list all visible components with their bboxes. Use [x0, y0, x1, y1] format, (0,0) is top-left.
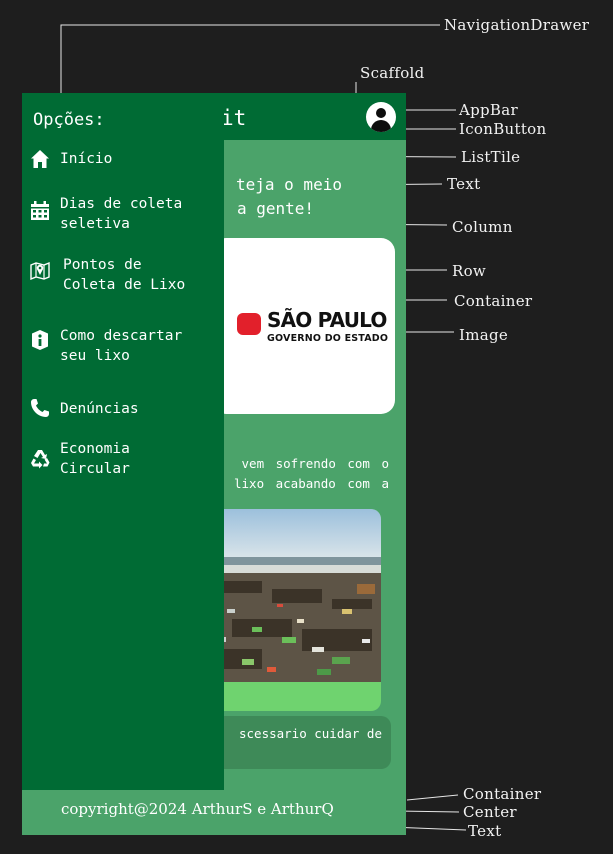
drawer-item-pontos-coleta[interactable]: Pontos de Coleta de Lixo — [22, 255, 224, 297]
drawer-item-label-2: Coleta de Lixo — [63, 277, 186, 293]
map-pin-icon — [30, 261, 50, 280]
account-circle-icon[interactable] — [366, 102, 396, 132]
photo-container — [212, 509, 381, 711]
footer-container: copyright@2024 ArthurS e ArthurQ — [22, 790, 406, 835]
label-row: Row — [452, 262, 487, 280]
drawer-item-denuncias[interactable]: Denúncias — [22, 398, 224, 424]
drawer-item-label: Início — [60, 151, 113, 167]
label-container-footer: Container — [463, 785, 542, 803]
bottom-text: scessario cuidar de — [239, 726, 382, 741]
label-text-footer: Text — [468, 822, 502, 840]
recycle-icon — [31, 450, 50, 469]
app-bar-title: it — [221, 106, 247, 130]
calendar-icon — [31, 201, 49, 220]
navigation-drawer: Opções: Início Dias de coleta seletiva P… — [22, 93, 224, 790]
info-icon — [32, 330, 48, 350]
paragraph-line-1: vem sofrendo com o — [241, 456, 389, 471]
headline-text: teja o meio a gente! — [236, 173, 406, 221]
drawer-item-dias-coleta[interactable]: Dias de coleta seletiva — [22, 194, 224, 236]
drawer-item-label: Dias de coleta — [60, 196, 183, 212]
intro-paragraph: vem sofrendo com o lixo acabando com a — [227, 454, 389, 494]
label-iconbutton: IconButton — [459, 120, 547, 138]
headline-line-1: teja o meio — [236, 175, 342, 194]
drawer-item-label: Pontos de — [63, 257, 142, 273]
drawer-item-label-2: seletiva — [60, 216, 130, 232]
phone-screen: it teja o meio a gente! SÃO PAULO GOVERN… — [22, 93, 406, 835]
logo-name: SÃO PAULO — [267, 308, 387, 332]
drawer-item-label: Denúncias — [60, 401, 139, 417]
label-column: Column — [452, 218, 513, 236]
logo-subtitle: GOVERNO DO ESTADO — [267, 333, 389, 344]
drawer-item-inicio[interactable]: Início — [22, 149, 224, 179]
label-container: Container — [454, 292, 533, 310]
bottom-text-container: scessario cuidar de — [212, 716, 391, 769]
label-scaffold: Scaffold — [360, 64, 425, 82]
footer-copyright-text: copyright@2024 ArthurS e ArthurQ — [61, 800, 334, 818]
drawer-item-label: Economia — [60, 441, 130, 457]
label-navigationdrawer: NavigationDrawer — [444, 16, 590, 34]
label-appbar: AppBar — [459, 101, 518, 119]
drawer-item-economia-circular[interactable]: Economia Circular — [22, 439, 224, 481]
label-text: Text — [447, 175, 481, 193]
logo-container: SÃO PAULO GOVERNO DO ESTADO — [212, 238, 395, 414]
paragraph-line-2: lixo acabando com a — [234, 476, 389, 491]
drawer-item-como-descartar[interactable]: Como descartar seu lixo — [22, 326, 224, 368]
drawer-item-label-2: seu lixo — [60, 348, 130, 364]
home-icon — [31, 150, 49, 168]
beach-trash-photo — [212, 509, 381, 682]
label-image: Image — [459, 326, 509, 344]
drawer-item-label-2: Circular — [60, 461, 130, 477]
phone-icon — [31, 399, 49, 417]
drawer-item-label: Como descartar — [60, 328, 183, 344]
label-center: Center — [463, 803, 517, 821]
headline-line-2: a gente! — [237, 199, 315, 218]
sp-logo-mark — [237, 313, 261, 335]
label-listtile: ListTile — [461, 148, 521, 166]
drawer-header: Opções: — [33, 110, 105, 130]
